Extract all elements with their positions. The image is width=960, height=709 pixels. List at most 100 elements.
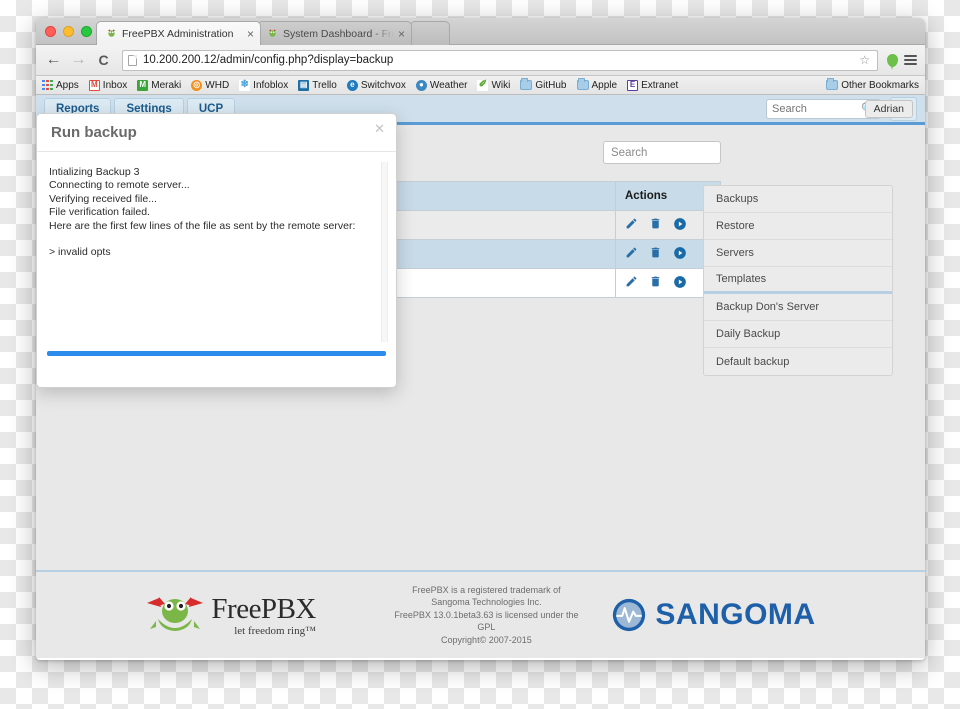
user-menu-button[interactable]: Adrian bbox=[864, 100, 913, 118]
weather-icon: ● bbox=[415, 79, 427, 91]
backup-sidebar: Backups Restore Servers Templates Backup… bbox=[703, 185, 893, 376]
delete-icon[interactable] bbox=[649, 217, 662, 233]
freepbx-frog-icon bbox=[147, 597, 204, 631]
sidebar-item-daily-backup[interactable]: Daily Backup bbox=[704, 321, 892, 348]
bookmark-label: Meraki bbox=[151, 79, 182, 91]
sidebar-item-templates[interactable]: Templates bbox=[704, 267, 892, 294]
extension-balloon-icon[interactable] bbox=[887, 53, 898, 70]
freepbx-favicon bbox=[106, 28, 117, 39]
bookmark-infoblox[interactable]: ❄ Infoblox bbox=[239, 79, 289, 91]
delete-icon[interactable] bbox=[649, 275, 662, 291]
backup-log-output: Intializing Backup 3 Connecting to remot… bbox=[49, 166, 356, 259]
run-backup-modal: Run backup ✕ Intializing Backup 3 Connec… bbox=[36, 113, 397, 388]
other-bookmarks-label: Other Bookmarks bbox=[841, 79, 919, 91]
bookmark-inbox[interactable]: M Inbox bbox=[88, 79, 128, 91]
table-search-input[interactable]: Search bbox=[603, 141, 721, 164]
browser-tab-title: FreePBX Administration bbox=[122, 27, 234, 40]
bookmark-label: GitHub bbox=[535, 79, 567, 91]
freepbx-wordmark: FreePBX let freedom ring™ bbox=[211, 593, 316, 637]
sangoma-logo: SANGOMA bbox=[612, 598, 815, 632]
bookmark-label: Infoblox bbox=[253, 79, 289, 91]
page-viewport: Adrian Reports Settings UCP 🔍 Search bbox=[36, 95, 925, 658]
address-bar[interactable]: 10.200.200.12/admin/config.php?display=b… bbox=[122, 49, 878, 71]
browser-tab-system-dashboard[interactable]: System Dashboard - FreePB × bbox=[257, 21, 412, 45]
global-search-box[interactable]: 🔍 bbox=[766, 98, 881, 119]
back-icon[interactable]: ← bbox=[44, 52, 63, 68]
bookmark-extranet[interactable]: E Extranet bbox=[627, 79, 679, 91]
modal-title: Run backup bbox=[51, 124, 137, 141]
browser-toolbar: ← → C 10.200.200.12/admin/config.php?dis… bbox=[36, 45, 925, 76]
tab-close-icon[interactable]: × bbox=[247, 28, 254, 40]
url-text: 10.200.200.12/admin/config.php?display=b… bbox=[143, 54, 394, 66]
browser-tab-freepbx-administration[interactable]: FreePBX Administration × bbox=[96, 21, 261, 45]
sidebar-item-servers[interactable]: Servers bbox=[704, 240, 892, 267]
sidebar-item-restore[interactable]: Restore bbox=[704, 213, 892, 240]
run-icon[interactable] bbox=[673, 246, 687, 263]
freepbx-product-name: FreePBX bbox=[211, 593, 316, 625]
meraki-icon: M bbox=[137, 79, 149, 91]
bookmark-label: Weather bbox=[429, 79, 468, 91]
bookmark-label: Extranet bbox=[641, 79, 679, 91]
modal-footer bbox=[37, 365, 396, 387]
infoblox-icon: ❄ bbox=[239, 79, 251, 91]
bookmark-label: Inbox bbox=[102, 79, 128, 91]
sidebar-item-backups[interactable]: Backups bbox=[704, 186, 892, 213]
bookmark-star-icon[interactable]: ☆ bbox=[859, 53, 870, 67]
browser-window: FreePBX Administration × System Dashboar… bbox=[36, 18, 925, 660]
bookmark-meraki[interactable]: M Meraki bbox=[137, 79, 182, 91]
trello-icon: ▤ bbox=[298, 79, 310, 91]
whd-icon: ◎ bbox=[191, 79, 203, 91]
browser-menu-icon[interactable] bbox=[904, 55, 917, 65]
run-icon[interactable] bbox=[673, 217, 687, 234]
edit-icon[interactable] bbox=[625, 217, 638, 233]
freepbx-logo: FreePBX let freedom ring™ bbox=[145, 593, 360, 637]
modal-header: Run backup ✕ bbox=[37, 114, 396, 152]
bookmark-switchvox[interactable]: e Switchvox bbox=[346, 79, 406, 91]
bookmark-whd[interactable]: ◎ WHD bbox=[191, 79, 229, 91]
footer-legal-text: FreePBX is a registered trademark of San… bbox=[394, 584, 579, 645]
window-maximize-button[interactable] bbox=[81, 26, 92, 37]
window-traffic-lights bbox=[45, 26, 92, 37]
edit-icon[interactable] bbox=[625, 246, 638, 262]
page-body: Search Actions Backups Restore Servers T… bbox=[36, 113, 925, 658]
bookmark-label: Wiki bbox=[491, 79, 511, 91]
gmail-icon: M bbox=[88, 79, 100, 91]
bookmark-label: Switchvox bbox=[360, 79, 406, 91]
sangoma-wordmark: SANGOMA bbox=[655, 598, 816, 631]
run-icon[interactable] bbox=[673, 275, 687, 292]
delete-icon[interactable] bbox=[649, 246, 662, 262]
bookmark-wiki[interactable]: ✐ Wiki bbox=[477, 79, 511, 91]
progress-bar bbox=[47, 351, 386, 356]
bookmark-github[interactable]: GitHub bbox=[520, 78, 567, 91]
wiki-icon: ✐ bbox=[477, 79, 489, 91]
browser-tab-title: System Dashboard - FreePB bbox=[283, 27, 394, 40]
sidebar-item-default-backup[interactable]: Default backup bbox=[704, 348, 892, 375]
edit-icon[interactable] bbox=[625, 275, 638, 291]
global-search-input[interactable] bbox=[772, 102, 862, 115]
other-bookmarks-button[interactable]: Other Bookmarks bbox=[826, 78, 919, 91]
apps-grid-icon bbox=[42, 79, 53, 91]
extranet-icon: E bbox=[627, 79, 639, 91]
forward-icon[interactable]: → bbox=[69, 52, 88, 68]
log-scrollbar[interactable] bbox=[381, 162, 388, 342]
page-document-icon bbox=[128, 54, 137, 66]
new-tab-button[interactable] bbox=[410, 21, 450, 45]
switchvox-icon: e bbox=[346, 79, 358, 91]
freepbx-tagline: let freedom ring™ bbox=[234, 625, 316, 637]
close-icon[interactable]: ✕ bbox=[374, 122, 385, 135]
bookmark-apps[interactable]: Apps bbox=[42, 80, 79, 91]
bookmark-weather[interactable]: ● Weather bbox=[415, 79, 468, 91]
reload-icon[interactable]: C bbox=[94, 53, 113, 67]
window-close-button[interactable] bbox=[45, 26, 56, 37]
tab-close-icon[interactable]: × bbox=[398, 28, 405, 40]
bookmark-label: Trello bbox=[312, 79, 337, 91]
sangoma-waveform-icon bbox=[613, 598, 646, 632]
bookmarks-bar: Apps M Inbox M Meraki ◎ WHD ❄ Infoblox ▤… bbox=[36, 76, 925, 95]
folder-icon bbox=[826, 78, 839, 90]
modal-body: Intializing Backup 3 Connecting to remot… bbox=[37, 152, 396, 365]
bookmark-apple[interactable]: Apple bbox=[576, 78, 617, 91]
freepbx-favicon bbox=[267, 28, 278, 39]
sidebar-item-backup-dons-server[interactable]: Backup Don's Server bbox=[704, 294, 892, 321]
window-minimize-button[interactable] bbox=[63, 26, 74, 37]
bookmark-trello[interactable]: ▤ Trello bbox=[298, 79, 337, 91]
